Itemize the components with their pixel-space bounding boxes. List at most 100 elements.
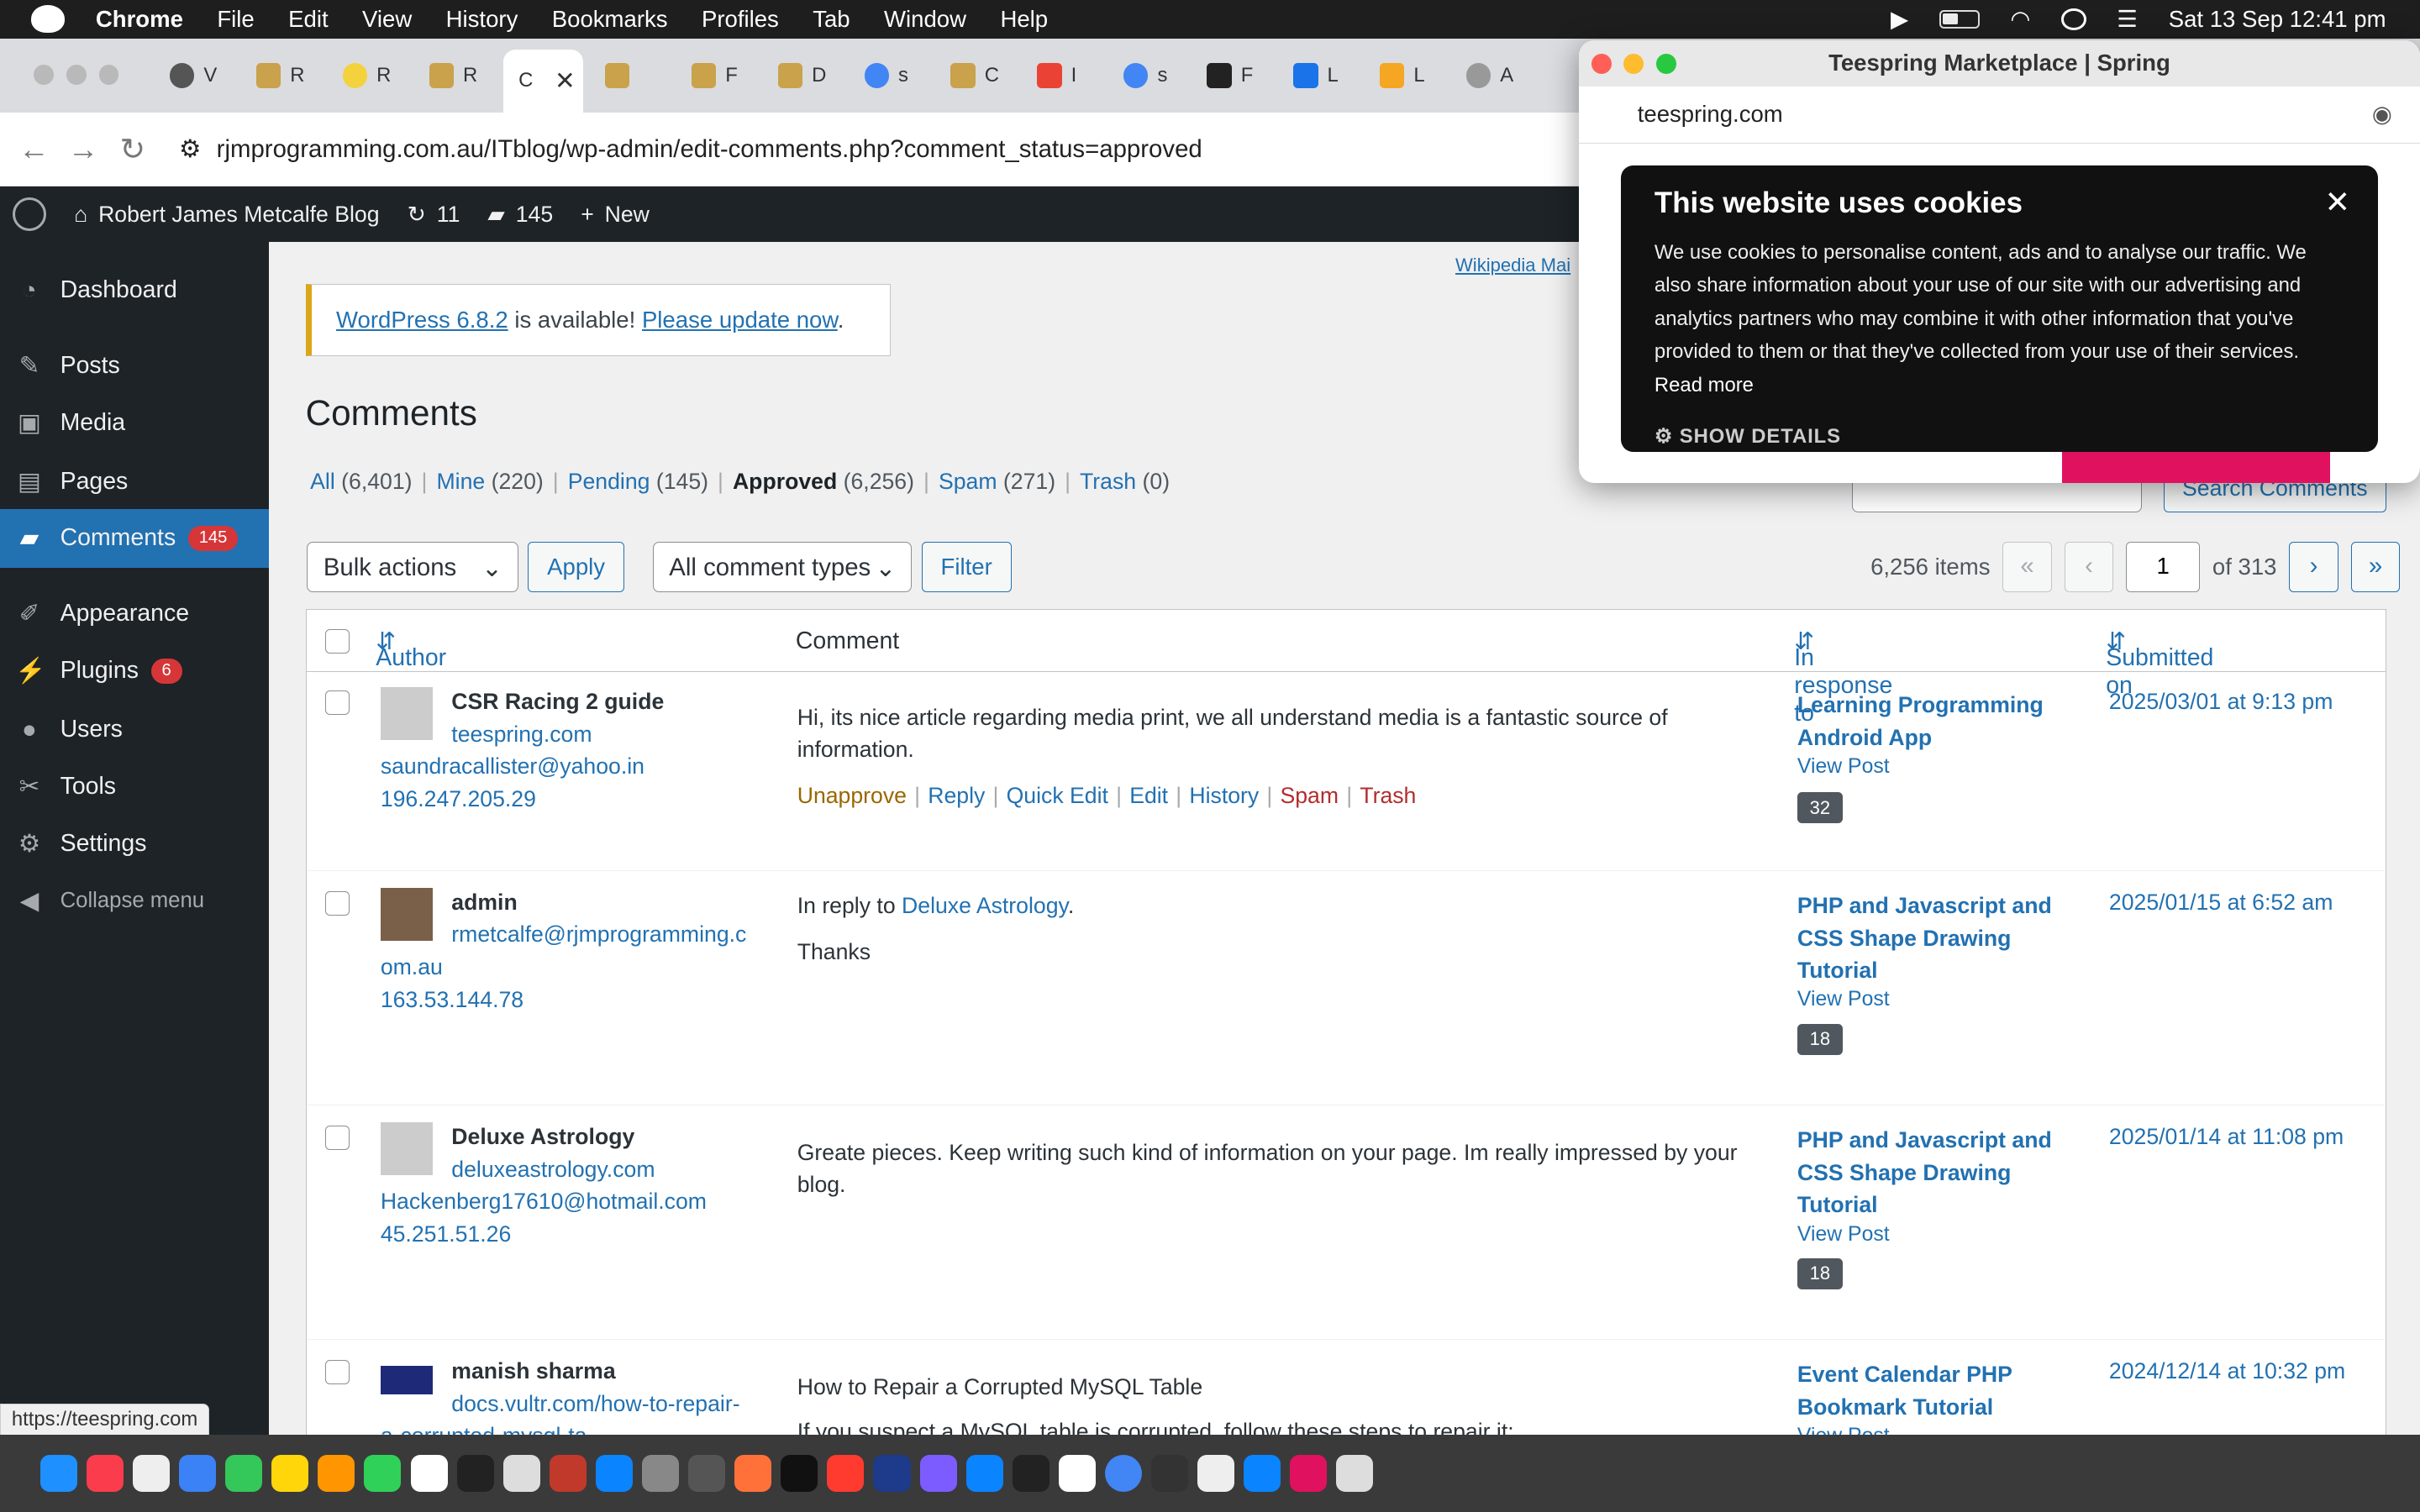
filter-trash[interactable]: Trash (0) — [1080, 469, 1170, 495]
author-email-link[interactable]: saundracallister@yahoo.in — [381, 753, 644, 780]
select-all-checkbox[interactable] — [324, 628, 350, 654]
read-more-link[interactable]: Read more — [1655, 374, 1754, 396]
sidebar-item-settings[interactable]: ⚙ Settings — [0, 815, 269, 874]
response-column-header[interactable]: In response to ⇵ — [1794, 627, 1892, 727]
browser-tab[interactable]: s — [1123, 55, 1167, 96]
comment-types-select[interactable]: All comment types ⌄ — [652, 541, 913, 593]
sidebar-item-tools[interactable]: ✂ Tools — [0, 758, 269, 816]
browser-tab[interactable]: D — [777, 55, 826, 96]
response-post-link[interactable]: PHP and Javascript and CSS Shape Drawing… — [1797, 1124, 2075, 1221]
sidebar-item-users[interactable]: ● Users — [0, 701, 269, 759]
notes-icon[interactable] — [271, 1455, 309, 1493]
menu-history[interactable]: History — [446, 6, 518, 33]
mail-icon[interactable] — [179, 1455, 217, 1493]
filter-mine[interactable]: Mine (220) — [436, 469, 543, 495]
update-now-link[interactable]: Please update now — [642, 307, 838, 333]
response-post-link[interactable]: Event Calendar PHP Bookmark Tutorial — [1797, 1358, 2075, 1423]
apple-icon[interactable] — [30, 5, 66, 34]
forward-icon[interactable]: → — [68, 132, 99, 167]
firefox-icon[interactable] — [734, 1455, 772, 1493]
browser-tab[interactable]: F — [1207, 55, 1253, 96]
updates-link[interactable]: ↻ 11 — [408, 202, 460, 228]
author-url-link[interactable]: deluxeastrology.com — [451, 1157, 655, 1183]
music-icon[interactable] — [86, 1455, 124, 1493]
close-icon[interactable]: ✕ — [2325, 184, 2351, 220]
site-name-link[interactable]: ⌂ Robert James Metcalfe Blog — [74, 202, 379, 228]
author-url-link[interactable]: teespring.com — [451, 722, 592, 748]
row-checkbox[interactable] — [324, 1125, 350, 1151]
menu-bookmarks[interactable]: Bookmarks — [552, 6, 668, 33]
reply-to-link[interactable]: Deluxe Astrology — [902, 893, 1068, 918]
calendar-icon[interactable] — [1058, 1455, 1096, 1493]
zoom-window-icon[interactable] — [98, 65, 119, 86]
author-url-link[interactable]: docs.vultr.com/how-to-repair- — [451, 1391, 739, 1417]
menu-app-name[interactable]: Chrome — [96, 6, 183, 33]
browser-tab[interactable]: A — [1465, 55, 1513, 96]
wordpress-logo-icon[interactable] — [12, 197, 47, 232]
browser-tab[interactable]: R — [342, 55, 391, 96]
utility-icon[interactable] — [688, 1455, 726, 1493]
podcasts-icon[interactable] — [919, 1455, 957, 1493]
filter-spam[interactable]: Spam (271) — [939, 469, 1055, 495]
minimize-window-icon[interactable] — [66, 65, 87, 86]
app-icon[interactable] — [1151, 1455, 1189, 1493]
browser-tab[interactable]: C — [950, 55, 999, 96]
battery-icon[interactable] — [1939, 9, 1980, 29]
first-page-button[interactable]: « — [2002, 541, 2052, 593]
author-email-link-cont[interactable]: om.au — [381, 954, 443, 980]
trash-icon[interactable] — [1336, 1455, 1374, 1493]
browser-tab-active[interactable]: C ✕ — [502, 49, 584, 113]
filter-button[interactable]: Filter — [921, 541, 1012, 593]
reload-icon[interactable]: ↻ — [118, 131, 149, 167]
spam-link[interactable]: Spam — [1280, 783, 1339, 809]
view-post-link[interactable]: View Post — [1797, 988, 1890, 1011]
history-link[interactable]: History — [1189, 783, 1259, 809]
browser-tab[interactable]: F — [691, 55, 738, 96]
author-email-link[interactable]: rmetcalfe@rjmprogramming.c — [451, 921, 746, 948]
filter-pending[interactable]: Pending (145) — [568, 469, 708, 495]
prev-page-button[interactable]: ‹ — [2064, 541, 2114, 593]
textedit-icon[interactable] — [502, 1455, 540, 1493]
popup-address-bar[interactable]: teespring.com ◉ — [1578, 86, 2420, 144]
author-ip-link[interactable]: 45.251.51.26 — [381, 1221, 511, 1247]
quick-edit-link[interactable]: Quick Edit — [1007, 783, 1108, 809]
browser-tab[interactable]: L — [1293, 55, 1339, 96]
sidebar-item-media[interactable]: ▣ Media — [0, 393, 269, 452]
browser-tab[interactable]: I — [1037, 55, 1076, 96]
menu-edit[interactable]: Edit — [288, 6, 328, 33]
finder-icon[interactable] — [39, 1455, 77, 1493]
menu-view[interactable]: View — [362, 6, 412, 33]
site-settings-icon[interactable]: ⚙ — [179, 134, 201, 164]
sidebar-item-plugins[interactable]: ⚡ Plugins 6 — [0, 642, 269, 701]
trash-link[interactable]: Trash — [1360, 783, 1416, 809]
filezilla-icon[interactable] — [549, 1455, 587, 1493]
new-content-link[interactable]: + New — [581, 202, 650, 228]
facetime-icon[interactable] — [364, 1455, 402, 1493]
author-ip-link[interactable]: 163.53.144.78 — [381, 987, 523, 1013]
submitted-date-link[interactable]: 2025/01/14 at 11:08 pm — [2109, 1124, 2344, 1150]
submitted-date-link[interactable]: 2025/01/15 at 6:52 am — [2109, 890, 2333, 916]
safari-icon[interactable] — [965, 1455, 1003, 1493]
popup-zoom-icon[interactable] — [1655, 54, 1676, 75]
close-window-icon[interactable] — [34, 65, 55, 86]
console-icon[interactable] — [1012, 1455, 1050, 1493]
address-bar[interactable]: ⚙ rjmprogramming.com.au/ITblog/wp-admin/… — [179, 134, 1202, 164]
comment-count-bubble[interactable]: 32 — [1797, 792, 1843, 824]
browser-tab[interactable]: L — [1380, 55, 1425, 96]
menu-window[interactable]: Window — [884, 6, 966, 33]
opera-icon[interactable] — [1290, 1455, 1328, 1493]
play-icon[interactable]: ▶ — [1891, 6, 1908, 33]
wikipedia-link[interactable]: Wikipedia Mai — [1455, 255, 1570, 276]
sidebar-item-appearance[interactable]: ✐ Appearance — [0, 585, 269, 643]
url-text[interactable]: rjmprogramming.com.au/ITblog/wp-admin/ed… — [217, 135, 1202, 164]
unapprove-link[interactable]: Unapprove — [797, 783, 907, 809]
view-post-link[interactable]: View Post — [1797, 755, 1890, 779]
sidebar-item-pages[interactable]: ▤ Pages — [0, 452, 269, 511]
bulk-actions-select[interactable]: Bulk actions ⌄ — [307, 541, 519, 593]
zoom-icon[interactable] — [1244, 1455, 1281, 1493]
chrome-icon[interactable] — [1104, 1455, 1142, 1493]
submitted-date-link[interactable]: 2025/03/01 at 9:13 pm — [2109, 689, 2333, 715]
wifi-icon[interactable]: ◠ — [2010, 6, 2030, 33]
author-column-header[interactable]: Author ⇵ — [376, 627, 446, 671]
row-checkbox[interactable] — [324, 690, 350, 716]
